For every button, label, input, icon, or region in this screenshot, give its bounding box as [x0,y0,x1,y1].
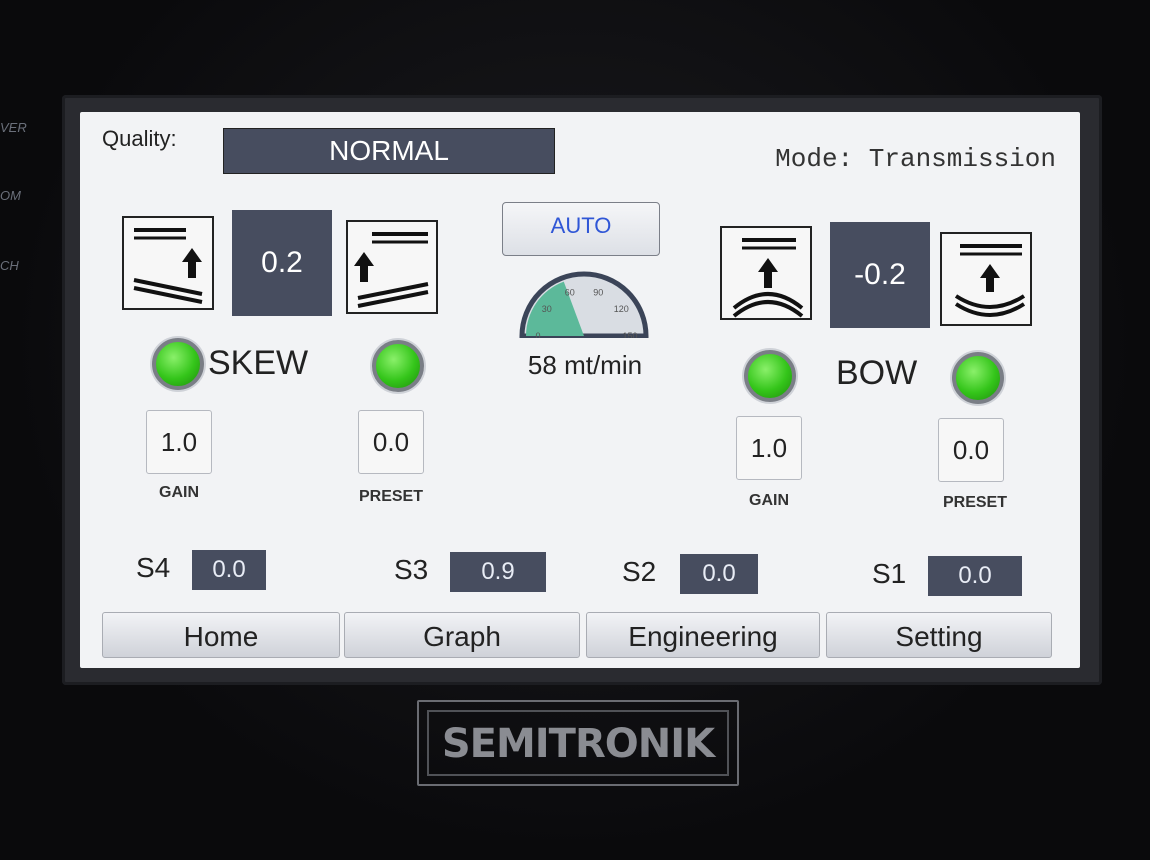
gauge-tick-label: 30 [542,304,552,314]
side-label-power: VER [0,120,27,135]
brand-logo-text: SEMITRONIK [427,710,729,776]
skew-right-led[interactable] [372,340,424,392]
mode-text: Mode: Transmission [775,144,1056,174]
skew-gain-input[interactable]: 1.0 [146,410,212,474]
bow-left-led[interactable] [744,350,796,402]
bow-gain-input[interactable]: 1.0 [736,416,802,480]
quality-label: Quality: [102,126,177,151]
bow-value[interactable]: -0.2 [830,222,930,328]
gauge-tick-label: 90 [593,287,603,297]
side-label-com: OM [0,188,21,203]
speed-gauge: 0 30 60 90 120 150 [514,270,654,343]
skew-value[interactable]: 0.2 [232,210,332,316]
skew-left-led[interactable] [152,338,204,390]
brand-logo: SEMITRONIK [417,700,739,786]
sensor-s1-label: S1 [872,558,907,589]
sensor-s2-label: S2 [622,556,657,587]
gauge-tick-label: 150 [622,331,637,338]
tab-graph[interactable]: Graph [344,612,580,658]
skew-gain-label: GAIN [159,484,199,501]
bow-preset-label: PRESET [942,494,1007,511]
sensor-s4-value: 0.0 [192,550,266,590]
gauge-tick-label: 60 [565,287,575,297]
gauge-tick-label: 120 [614,304,629,314]
skew-left-arrow-icon[interactable] [122,216,214,310]
bow-convex-arrow-icon[interactable] [720,226,812,320]
skew-label: SKEW [208,344,309,382]
gauge-tick-label: 0 [535,331,540,338]
auto-mode-button[interactable]: AUTO [502,202,660,256]
bow-concave-arrow-icon[interactable] [940,232,1032,326]
tab-engineering[interactable]: Engineering [586,612,820,658]
bow-preset-input[interactable]: 0.0 [938,418,1004,482]
side-label-switch: CH [0,258,19,273]
sensor-s4-label: S4 [136,552,171,583]
quality-value[interactable]: NORMAL [223,128,555,174]
tab-home[interactable]: Home [102,612,340,658]
bow-label: BOW [836,354,918,392]
hmi-screen: Quality: NORMAL Mode: Transmission 0.2 S… [80,112,1080,668]
sensor-s2-value: 0.0 [680,554,758,594]
sensor-s1-value: 0.0 [928,556,1022,596]
skew-preset-label: PRESET [358,488,423,505]
tab-setting[interactable]: Setting [826,612,1052,658]
speed-readout: 58 mt/min [527,350,643,380]
skew-preset-input[interactable]: 0.0 [358,410,424,474]
sensor-s3-label: S3 [394,554,429,585]
sensor-s3-value: 0.9 [450,552,546,592]
bow-right-led[interactable] [952,352,1004,404]
bow-gain-label: GAIN [749,492,789,509]
skew-right-arrow-icon[interactable] [346,220,438,314]
